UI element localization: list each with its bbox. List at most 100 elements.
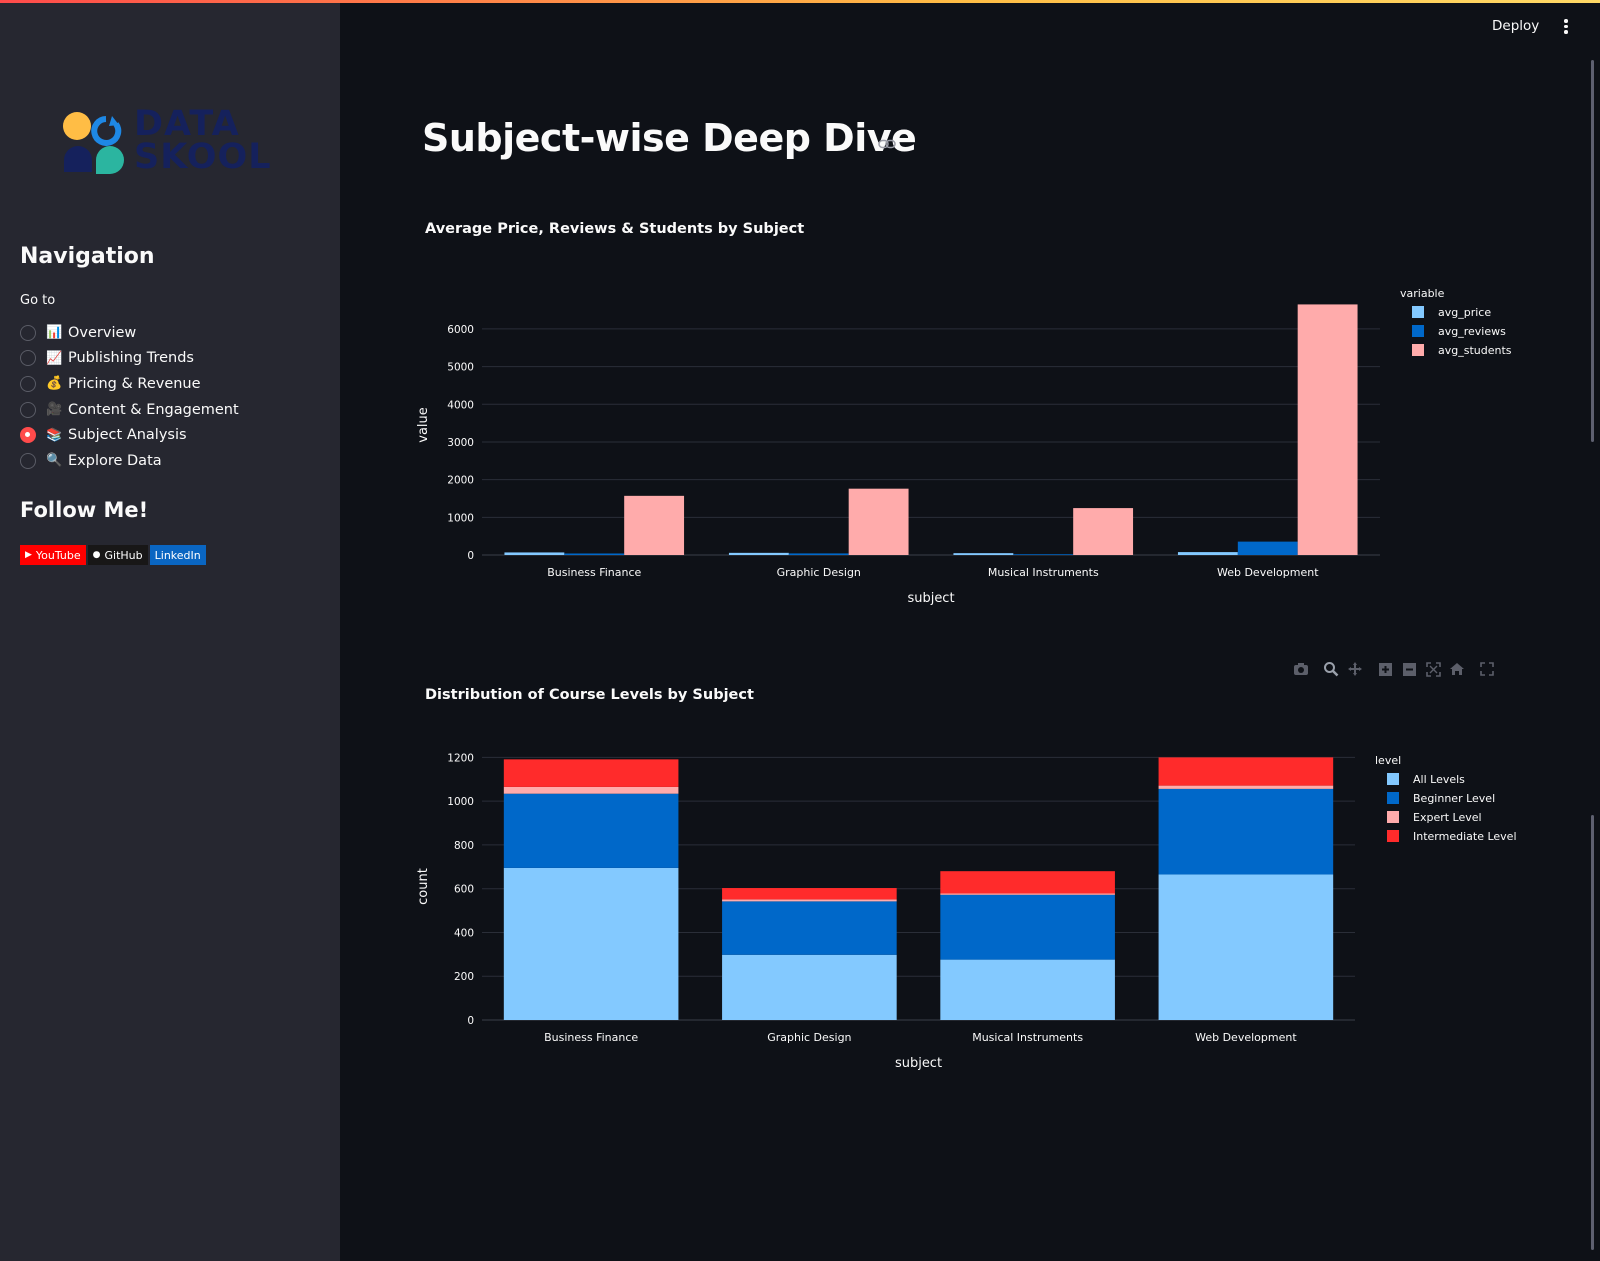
logo-text-line2: SKOOL [134, 137, 272, 177]
bar-segment [1158, 788, 1334, 875]
follow-me-title: Follow Me! [20, 498, 149, 522]
autoscale-icon[interactable] [1422, 658, 1444, 680]
x-tick-label: Web Development [1217, 566, 1319, 579]
bar-segment [503, 786, 679, 794]
grouped-bar-chart[interactable]: 0 1000 2000 3000 4000 5000 6000 Business Financ… [416, 285, 1540, 615]
youtube-badge-label: YouTube [35, 548, 81, 562]
x-tick-label: Business Finance [547, 566, 641, 579]
nav-item-label: Pricing & Revenue [68, 375, 201, 392]
github-icon: ● [92, 550, 101, 560]
radio-button[interactable] [20, 375, 36, 392]
deploy-button[interactable]: Deploy [1492, 18, 1539, 34]
legend-label: avg_reviews [1438, 325, 1506, 338]
nav-radio-item[interactable]: 📚 Subject Analysis [20, 422, 239, 448]
y-tick-label: 5000 [447, 362, 474, 374]
nav-item-emoji-icon: 📊 [46, 325, 63, 341]
nav-radio-item[interactable]: 📊 Overview [20, 320, 239, 346]
legend-label: avg_students [1438, 344, 1512, 357]
y-tick-label: 1200 [447, 752, 474, 764]
kebab-menu-icon[interactable] [1563, 19, 1569, 37]
chart-title: Distribution of Course Levels by Subject [425, 687, 754, 703]
radio-button[interactable] [20, 452, 36, 469]
stacked-bar-chart[interactable]: 0 200 400 600 800 1000 1200 Business Finance Gra… [416, 750, 1540, 1080]
navigation-radio-group: 📊 Overview 📈 Publishing Trends 💰 Pricing & Re… [20, 320, 239, 474]
social-badges: ▶ YouTube ● GitHub LinkedIn [20, 545, 206, 565]
scrollbar-thumb[interactable] [1591, 60, 1594, 442]
nav-item-emoji-icon: 📈 [46, 350, 63, 366]
y-axis-label: value [416, 407, 431, 443]
bar-segment [940, 894, 1115, 960]
zoom-in-icon[interactable] [1374, 658, 1396, 680]
x-tick-label: Graphic Design [767, 1031, 851, 1044]
bar [564, 553, 625, 555]
nav-radio-item[interactable]: 📈 Publishing Trends [20, 346, 239, 372]
bar [788, 553, 849, 555]
nav-radio-item[interactable]: 💰 Pricing & Revenue [20, 371, 239, 397]
y-tick-label: 2000 [447, 475, 474, 487]
bar [1013, 554, 1074, 555]
github-badge[interactable]: ● GitHub [87, 545, 148, 565]
zoom-icon[interactable] [1320, 658, 1342, 680]
bar-segment [722, 954, 897, 1020]
bar [1237, 541, 1298, 555]
fullscreen-icon[interactable] [1476, 658, 1498, 680]
x-axis-label: subject [907, 591, 954, 606]
bar [1297, 304, 1358, 555]
linkedin-badge[interactable]: LinkedIn [149, 545, 206, 565]
y-tick-label: 400 [454, 927, 474, 939]
goto-label: Go to [20, 293, 56, 308]
bar-segment [722, 888, 897, 900]
nav-radio-item[interactable]: 🎥 Content & Engagement [20, 397, 239, 423]
logo-wordmark: DATA SKOOL [134, 107, 272, 177]
y-tick-label: 200 [454, 971, 474, 983]
reset-axes-icon[interactable] [1446, 658, 1468, 680]
link-icon[interactable] [878, 139, 896, 149]
nav-item-label: Subject Analysis [68, 427, 187, 444]
y-tick-label: 3000 [447, 437, 474, 449]
bar-segment [503, 759, 679, 787]
bar [504, 552, 565, 555]
y-tick-label: 600 [454, 884, 474, 896]
radio-button[interactable] [20, 427, 36, 444]
radio-button[interactable] [20, 401, 36, 418]
legend-label: Intermediate Level [1413, 830, 1517, 843]
y-tick-label: 0 [467, 1015, 474, 1027]
data-skool-logo: DATA SKOOL [62, 107, 282, 180]
legend-title: variable [1400, 287, 1445, 300]
x-tick-label: Musical Instruments [988, 566, 1099, 579]
legend-swatch [1412, 325, 1424, 337]
nav-item-label: Explore Data [68, 452, 162, 469]
scrollbar-thumb-lower[interactable] [1591, 815, 1594, 1250]
nav-item-emoji-icon: 🎥 [46, 402, 63, 418]
bar [624, 495, 685, 555]
bar-segment [722, 901, 897, 955]
github-badge-label: GitHub [104, 548, 143, 562]
legend-label: Beginner Level [1413, 792, 1495, 805]
legend-label: Expert Level [1413, 811, 1482, 824]
top-accent-bar [0, 0, 1600, 3]
nav-item-label: Publishing Trends [68, 350, 194, 367]
nav-item-label: Overview [68, 324, 137, 341]
y-tick-label: 4000 [447, 399, 474, 411]
nav-item-emoji-icon: 🔍 [46, 453, 63, 469]
bar [953, 553, 1014, 555]
y-tick-label: 1000 [447, 796, 474, 808]
nav-item-emoji-icon: 📚 [46, 427, 63, 443]
camera-icon[interactable] [1290, 658, 1312, 680]
radio-button[interactable] [20, 324, 36, 341]
linkedin-badge-label: LinkedIn [154, 548, 201, 562]
youtube-icon: ▶ [25, 550, 32, 560]
nav-radio-item[interactable]: 🔍 Explore Data [20, 448, 239, 474]
radio-button[interactable] [20, 350, 36, 367]
y-axis-label: count [416, 868, 431, 905]
zoom-out-icon[interactable] [1398, 658, 1420, 680]
chart-modebar [1290, 658, 1498, 680]
bar [848, 488, 909, 555]
bar [1073, 508, 1134, 555]
youtube-badge[interactable]: ▶ YouTube [20, 545, 86, 565]
page-title: Subject-wise Deep Dive [422, 116, 917, 160]
bar-segment [940, 871, 1115, 894]
nav-item-label: Content & Engagement [68, 401, 239, 418]
pan-icon[interactable] [1344, 658, 1366, 680]
navigation-title: Navigation [20, 244, 155, 269]
